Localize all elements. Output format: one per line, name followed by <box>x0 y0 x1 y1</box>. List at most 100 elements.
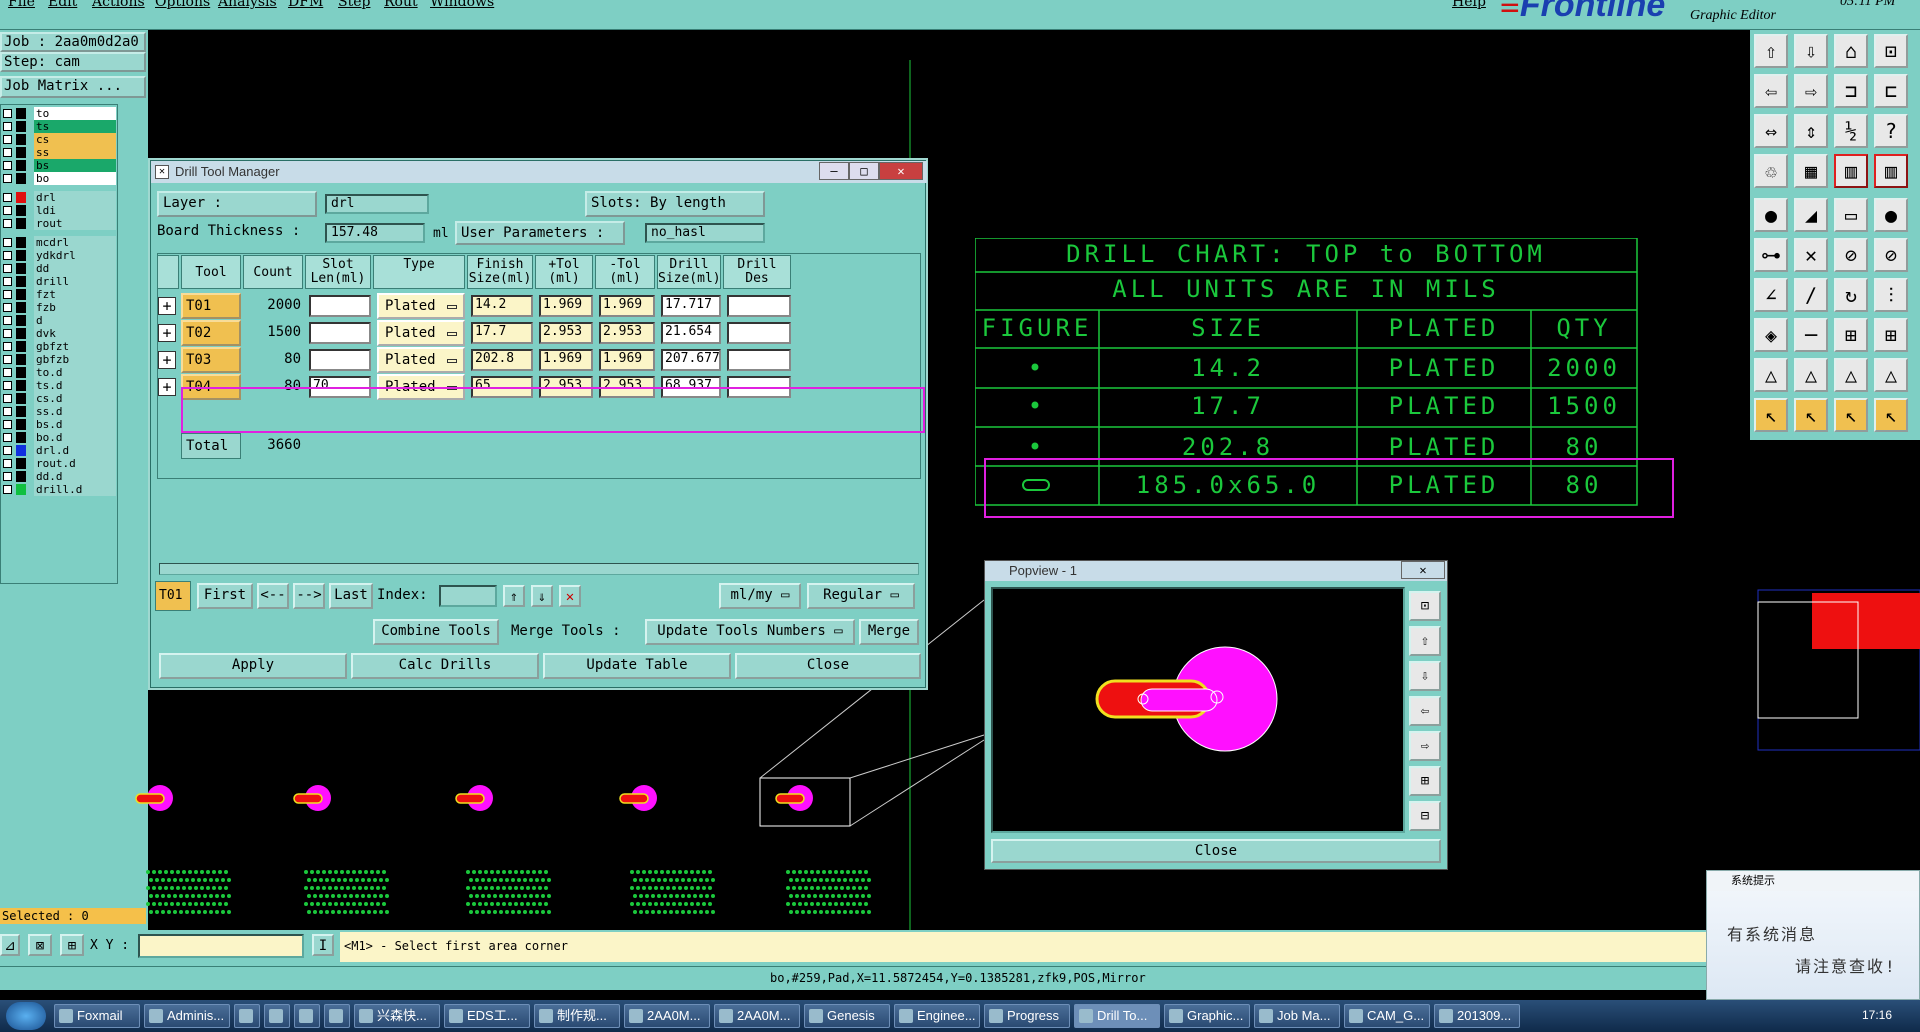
taskbar-item[interactable]: Enginee... <box>894 1004 980 1028</box>
toolbar-icon[interactable]: ⫶ <box>1874 278 1908 312</box>
popview-tool-icon[interactable]: ⊞ <box>1409 766 1441 796</box>
popview-close-icon[interactable]: ✕ <box>1401 561 1445 579</box>
first-button[interactable]: First <box>197 583 253 609</box>
toolbar-icon[interactable]: ⊡ <box>1874 34 1908 68</box>
minus-tol-input[interactable]: 1.969 <box>599 295 655 317</box>
toolbar-icon[interactable]: ↖ <box>1834 398 1868 432</box>
units-select[interactable]: ml/my ▭ <box>719 583 801 609</box>
menu-windows[interactable]: Windows <box>430 0 494 10</box>
column-header[interactable]: -Tol (ml) <box>595 255 655 289</box>
minus-tol-input[interactable]: 2.953 <box>599 322 655 344</box>
toolbar-icon[interactable]: ⊏ <box>1874 74 1908 108</box>
column-header[interactable]: Tool <box>181 255 241 289</box>
prev-button[interactable]: <-- <box>257 583 289 609</box>
xy-input[interactable] <box>138 934 304 958</box>
expand-row-button[interactable]: + <box>158 324 176 342</box>
drill-size-input[interactable]: 21.654 <box>661 322 721 344</box>
taskbar-item[interactable]: CAM_G... <box>1344 1004 1430 1028</box>
toolbar-icon[interactable]: ◈ <box>1754 318 1788 352</box>
toolbar-icon[interactable]: ◢ <box>1794 198 1828 232</box>
toolbar-icon[interactable]: ⇩ <box>1794 34 1828 68</box>
taskbar-item[interactable] <box>324 1004 350 1028</box>
dtm-close-button[interactable]: Close <box>735 653 921 679</box>
column-header[interactable]: Slot Len(ml) <box>305 255 371 289</box>
toolbar-icon[interactable]: ✕ <box>1794 238 1828 272</box>
menu-dfm[interactable]: DFM <box>288 0 323 10</box>
slot-len-input[interactable] <box>309 322 371 344</box>
close-window-button[interactable]: ✕ <box>879 162 923 180</box>
toolbar-icon[interactable]: ⊐ <box>1834 74 1868 108</box>
toolbar-icon[interactable]: ▥ <box>1834 154 1868 188</box>
popview-titlebar[interactable]: Popview - 1 <box>985 561 1447 581</box>
toolbar-icon[interactable]: ∠ <box>1754 278 1788 312</box>
dtm-titlebar[interactable]: Drill Tool Manager <box>151 161 927 183</box>
start-button[interactable] <box>6 1002 46 1030</box>
update-table-button[interactable]: Update Table <box>543 653 731 679</box>
taskbar-item[interactable]: Graphic... <box>1164 1004 1250 1028</box>
minus-tol-input[interactable]: 1.969 <box>599 349 655 371</box>
drill-size-input[interactable]: 207.677 <box>661 349 721 371</box>
toolbar-icon[interactable]: ? <box>1874 114 1908 148</box>
toolbar-icon[interactable]: ⊶ <box>1754 238 1788 272</box>
toolbar-icon[interactable]: ⇧ <box>1754 34 1788 68</box>
slot-len-input[interactable] <box>309 295 371 317</box>
type-select[interactable]: Plated <box>377 320 465 346</box>
toolbar-icon[interactable]: ½ <box>1834 114 1868 148</box>
finish-size-input[interactable]: 17.7 <box>471 322 533 344</box>
column-header[interactable]: Type <box>373 255 465 289</box>
index-field[interactable] <box>439 585 497 607</box>
toolbar-icon[interactable]: ∕ <box>1794 278 1828 312</box>
menu-step[interactable]: Step <box>338 0 370 10</box>
toolbar-icon[interactable]: ⇔ <box>1754 114 1788 148</box>
drill-des-input[interactable] <box>727 322 791 344</box>
index-down-icon[interactable]: ⇓ <box>531 585 553 607</box>
plus-tol-input[interactable]: 1.969 <box>539 349 593 371</box>
taskbar-item[interactable] <box>264 1004 290 1028</box>
type-select[interactable]: Plated <box>377 347 465 373</box>
minimize-button[interactable]: ‒ <box>819 162 849 180</box>
notification-popup[interactable]: 系统提示 有系统消息 请注意查收! <box>1706 870 1920 1000</box>
toolbar-icon[interactable]: ▭ <box>1834 198 1868 232</box>
layer-field[interactable]: drl <box>325 194 429 214</box>
taskbar-item[interactable]: 2AA0M... <box>714 1004 800 1028</box>
taskbar-item[interactable]: EDS工... <box>444 1004 530 1028</box>
taskbar-item[interactable]: 制作规... <box>534 1004 620 1028</box>
taskbar-item[interactable]: Adminis... <box>144 1004 230 1028</box>
toolbar-icon[interactable]: ⌂ <box>1834 34 1868 68</box>
merge-button[interactable]: Merge <box>859 619 919 645</box>
finish-size-input[interactable]: 202.8 <box>471 349 533 371</box>
menu-file[interactable]: File <box>8 0 35 10</box>
toolbar-icon[interactable]: ⇕ <box>1794 114 1828 148</box>
taskbar-item[interactable] <box>294 1004 320 1028</box>
toolbar-icon[interactable]: ▦ <box>1794 154 1828 188</box>
toolbar-icon[interactable]: ⇨ <box>1794 74 1828 108</box>
popview-tool-icon[interactable]: ⇩ <box>1409 661 1441 691</box>
taskbar-item[interactable]: Genesis <box>804 1004 890 1028</box>
toolbar-icon[interactable]: △ <box>1834 358 1868 392</box>
next-button[interactable]: --> <box>293 583 325 609</box>
toolbar-icon[interactable]: △ <box>1874 358 1908 392</box>
board-thickness-field[interactable]: 157.48 <box>325 223 425 243</box>
toolbar-icon[interactable]: ⊞ <box>1834 318 1868 352</box>
menu-help[interactable]: Help <box>1452 0 1486 10</box>
user-parameters-button[interactable]: User Parameters : <box>455 221 625 245</box>
plus-tol-input[interactable]: 2.953 <box>539 322 593 344</box>
slots-value[interactable]: By length <box>650 195 726 211</box>
menu-rout[interactable]: Rout <box>384 0 418 10</box>
taskbar-item[interactable]: Progress <box>984 1004 1070 1028</box>
column-header[interactable]: Finish Size(ml) <box>467 255 533 289</box>
tool-icon-1[interactable]: ⊿ <box>0 934 20 956</box>
toolbar-icon[interactable]: △ <box>1754 358 1788 392</box>
expand-row-button[interactable]: + <box>158 351 176 369</box>
menu-edit[interactable]: Edit <box>48 0 77 10</box>
column-header[interactable]: Drill Size(ml) <box>657 255 721 289</box>
taskbar-item[interactable] <box>234 1004 260 1028</box>
tool-icon-2[interactable]: ⊠ <box>28 934 52 956</box>
plus-tol-input[interactable]: 1.969 <box>539 295 593 317</box>
index-up-icon[interactable]: ⇑ <box>503 585 525 607</box>
maximize-button[interactable]: □ <box>849 162 879 180</box>
user-parameters-field[interactable]: no_hasl <box>645 223 765 243</box>
combine-tools-button[interactable]: Combine Tools <box>373 619 499 645</box>
type-select[interactable]: Plated <box>377 293 465 319</box>
grid-icon[interactable]: ⊞ <box>60 934 84 956</box>
